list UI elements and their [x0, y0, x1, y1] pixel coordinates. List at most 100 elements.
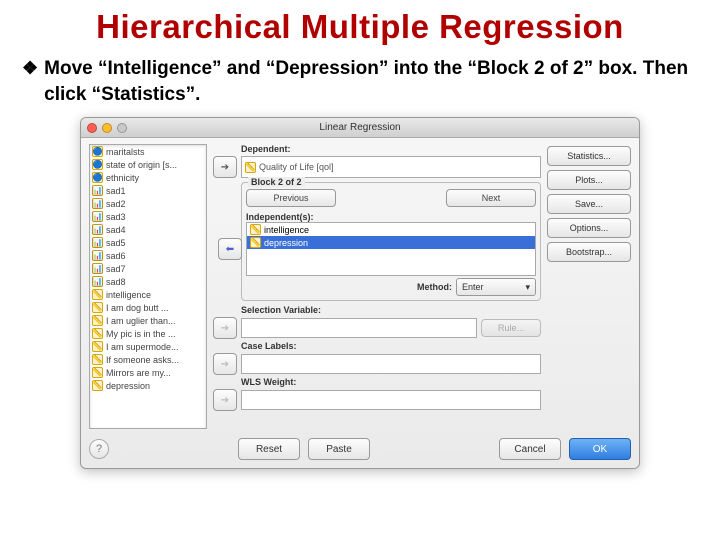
dialog-titlebar: Linear Regression — [81, 118, 639, 138]
right-button-column: Statistics... Plots... Save... Options... Bo… — [547, 144, 631, 429]
options-button[interactable]: Options... — [547, 218, 631, 238]
var-type-icon: 📏 — [92, 367, 103, 378]
var-type-icon: 🔵 — [92, 172, 103, 183]
bullet-text: Move “Intelligence” and “Depression” int… — [44, 56, 698, 107]
selection-variable-field[interactable] — [241, 318, 477, 338]
move-to-wls-button[interactable]: ➔ — [213, 389, 237, 411]
variable-item[interactable]: 📊sad7 — [90, 262, 206, 275]
move-to-selection-button[interactable]: ➔ — [213, 317, 237, 339]
var-type-icon: 📏 — [92, 354, 103, 365]
block-group: Block 2 of 2 Previous Next Independent(s… — [241, 182, 541, 301]
paste-button[interactable]: Paste — [308, 438, 370, 460]
var-type-icon: 🔵 — [92, 146, 103, 157]
scale-icon: 📏 — [245, 162, 256, 173]
var-type-icon: 📊 — [92, 185, 103, 196]
var-type-icon: 📊 — [92, 237, 103, 248]
method-label: Method: — [417, 282, 452, 292]
wls-weight-label: WLS Weight: — [241, 377, 541, 387]
variable-label: ethnicity — [106, 173, 139, 183]
variable-item[interactable]: 📊sad1 — [90, 184, 206, 197]
variable-label: sad5 — [106, 238, 126, 248]
independent-label: Independent(s): — [246, 212, 536, 222]
move-to-dependent-button[interactable]: ➔ — [213, 156, 237, 178]
dependent-label: Dependent: — [241, 144, 541, 154]
chevron-down-icon: ▾ — [525, 282, 530, 293]
block-label: Block 2 of 2 — [248, 177, 305, 187]
reset-button[interactable]: Reset — [238, 438, 300, 460]
var-type-icon: 📏 — [92, 380, 103, 391]
dialog-title: Linear Regression — [81, 122, 639, 133]
variable-label: I am supermode... — [106, 342, 179, 352]
variable-label: My pic is in the ... — [106, 329, 176, 339]
variable-item[interactable]: 📊sad3 — [90, 210, 206, 223]
variable-item[interactable]: 📊sad6 — [90, 249, 206, 262]
variable-item[interactable]: 📏intelligence — [90, 288, 206, 301]
var-type-icon: 📏 — [92, 328, 103, 339]
variable-item[interactable]: 📊sad2 — [90, 197, 206, 210]
variable-item[interactable]: 📏I am supermode... — [90, 340, 206, 353]
variable-label: sad6 — [106, 251, 126, 261]
variable-item[interactable]: 📊sad8 — [90, 275, 206, 288]
wls-weight-field[interactable] — [241, 390, 541, 410]
dialog-footer: ? Reset Paste Cancel OK — [81, 433, 639, 468]
independent-label: depression — [264, 238, 308, 248]
variable-label: I am dog butt ... — [106, 303, 169, 313]
independent-label: intelligence — [264, 225, 309, 235]
variable-item[interactable]: 📏I am dog butt ... — [90, 301, 206, 314]
variable-label: sad4 — [106, 225, 126, 235]
plots-button[interactable]: Plots... — [547, 170, 631, 190]
variable-label: maritalsts — [106, 147, 145, 157]
previous-block-button[interactable]: Previous — [246, 189, 336, 207]
independent-item[interactable]: 📏depression — [247, 236, 535, 249]
variable-item[interactable]: 🔵state of origin [s... — [90, 158, 206, 171]
help-button[interactable]: ? — [89, 439, 109, 459]
dependent-field[interactable]: 📏 Quality of Life [qol] — [241, 156, 541, 178]
variable-item[interactable]: 📏Mirrors are my... — [90, 366, 206, 379]
bootstrap-button[interactable]: Bootstrap... — [547, 242, 631, 262]
variable-item[interactable]: 📏If someone asks... — [90, 353, 206, 366]
method-value: Enter — [462, 282, 484, 292]
rule-button: Rule... — [481, 319, 541, 337]
variable-label: Mirrors are my... — [106, 368, 171, 378]
variable-item[interactable]: 📊sad4 — [90, 223, 206, 236]
var-type-icon: 📊 — [92, 263, 103, 274]
var-type-icon: 🔵 — [92, 159, 103, 170]
diamond-bullet-icon: ❖ — [22, 56, 38, 107]
move-to-independent-button[interactable]: ⬅ — [218, 238, 242, 260]
independent-item[interactable]: 📏intelligence — [247, 223, 535, 236]
cancel-button[interactable]: Cancel — [499, 438, 561, 460]
variable-item[interactable]: 🔵ethnicity — [90, 171, 206, 184]
independent-list[interactable]: 📏intelligence📏depression — [246, 222, 536, 276]
variable-label: sad2 — [106, 199, 126, 209]
var-type-icon: 📊 — [92, 276, 103, 287]
move-to-case-labels-button[interactable]: ➔ — [213, 353, 237, 375]
variable-label: depression — [106, 381, 150, 391]
method-select[interactable]: Enter ▾ — [456, 278, 536, 296]
variable-label: sad1 — [106, 186, 126, 196]
variable-label: If someone asks... — [106, 355, 179, 365]
statistics-button[interactable]: Statistics... — [547, 146, 631, 166]
scale-icon: 📏 — [250, 237, 261, 248]
variable-item[interactable]: 📏I am uglier than... — [90, 314, 206, 327]
var-type-icon: 📊 — [92, 250, 103, 261]
next-block-button[interactable]: Next — [446, 189, 536, 207]
variable-item[interactable]: 📊sad5 — [90, 236, 206, 249]
case-labels-label: Case Labels: — [241, 341, 541, 351]
var-type-icon: 📏 — [92, 341, 103, 352]
linear-regression-dialog: Linear Regression 🔵maritalsts🔵state of o… — [80, 117, 640, 469]
variable-label: state of origin [s... — [106, 160, 177, 170]
save-button[interactable]: Save... — [547, 194, 631, 214]
ok-button[interactable]: OK — [569, 438, 631, 460]
variable-item[interactable]: 📏My pic is in the ... — [90, 327, 206, 340]
var-type-icon: 📊 — [92, 211, 103, 222]
variable-item[interactable]: 📏depression — [90, 379, 206, 392]
var-type-icon: 📏 — [92, 302, 103, 313]
slide-bullet: ❖ Move “Intelligence” and “Depression” i… — [22, 56, 698, 107]
variable-label: sad8 — [106, 277, 126, 287]
var-type-icon: 📊 — [92, 198, 103, 209]
variable-label: sad3 — [106, 212, 126, 222]
variable-list[interactable]: 🔵maritalsts🔵state of origin [s...🔵ethnic… — [89, 144, 207, 429]
variable-label: intelligence — [106, 290, 151, 300]
case-labels-field[interactable] — [241, 354, 541, 374]
variable-item[interactable]: 🔵maritalsts — [90, 145, 206, 158]
